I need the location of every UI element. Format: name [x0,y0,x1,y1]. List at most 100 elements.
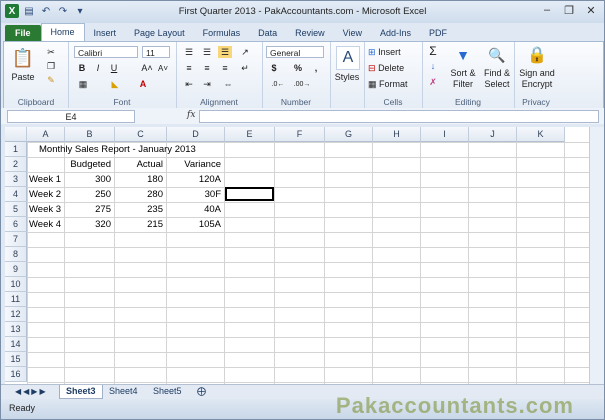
row-header-6[interactable]: 6 [5,217,27,232]
fill-color-icon[interactable]: ◣ [108,78,122,90]
column-header-c[interactable]: C [115,127,167,142]
format-painter-icon[interactable]: ✎ [44,74,58,86]
cell-d3[interactable]: 120A [167,172,221,187]
underline-icon[interactable]: U [108,62,120,74]
tab-page-layout[interactable]: Page Layout [125,25,194,41]
sheet-nav-arrows-icon[interactable]: ◀◀▶▶ [9,385,54,398]
increase-decimal-icon[interactable]: .0← [268,78,288,90]
font-name-select[interactable]: Calibri [74,46,138,58]
column-header-e[interactable]: E [225,127,275,142]
row-header-12[interactable]: 12 [5,307,27,322]
row-header-3[interactable]: 3 [5,172,27,187]
row-header-14[interactable]: 14 [5,337,27,352]
cell-a3[interactable]: Week 1 [29,172,61,187]
tab-data[interactable]: Data [249,25,286,41]
name-box[interactable]: E4 [7,110,135,123]
tab-file[interactable]: File [5,25,41,41]
cell-c2[interactable]: Actual [115,157,163,172]
tab-formulas[interactable]: Formulas [194,25,250,41]
align-top-icon[interactable]: ☰ [182,46,196,58]
row-header-4[interactable]: 4 [5,187,27,202]
sign-encrypt-button-line2[interactable]: Encrypt [516,79,558,89]
orientation-icon[interactable]: ↗ [238,46,252,58]
row-header-8[interactable]: 8 [5,247,27,262]
minimize-icon[interactable]: – [540,3,554,17]
new-sheet-icon[interactable]: ⨁ [191,385,212,398]
column-header-i[interactable]: I [421,127,469,142]
tab-add-ins[interactable]: Add-Ins [371,25,420,41]
cell-b2[interactable]: Budgeted [65,157,111,172]
row-header-9[interactable]: 9 [5,262,27,277]
vertical-scrollbar[interactable] [589,127,604,384]
styles-icon[interactable]: A [336,46,360,70]
column-header-h[interactable]: H [373,127,421,142]
delete-cells-button[interactable]: ⊟ Delete [368,62,420,74]
cell-d5[interactable]: 40A [167,202,221,217]
cut-icon[interactable]: ✂ [44,46,58,58]
column-header-j[interactable]: J [469,127,517,142]
cell-d4[interactable]: 30F [167,187,221,202]
borders-icon[interactable]: ▦ [76,78,90,90]
decrease-decimal-icon[interactable]: .00→ [292,78,312,90]
comma-button[interactable]: , [310,62,322,74]
cell-c5[interactable]: 235 [115,202,163,217]
font-color-icon[interactable]: A [136,78,150,90]
cell-b5[interactable]: 275 [65,202,111,217]
tab-pdf[interactable]: PDF [420,25,456,41]
row-header-15[interactable]: 15 [5,352,27,367]
column-header-a[interactable]: A [27,127,65,142]
row-header-16[interactable]: 16 [5,367,27,382]
copy-icon[interactable]: ❐ [44,60,58,72]
sort-filter-icon[interactable]: ▼ [452,44,474,66]
center-icon[interactable]: ≡ [200,62,214,74]
align-bottom-icon[interactable]: ☰ [218,46,232,58]
paste-icon[interactable]: 📋 [10,46,36,70]
merge-center-icon[interactable]: ⇔ [218,78,238,90]
format-cells-button[interactable]: ▦ Format [368,78,420,90]
column-header-g[interactable]: G [325,127,373,142]
cell-d2[interactable]: Variance [167,157,221,172]
currency-button[interactable]: $ [268,62,280,74]
sheet-tab-sheet4[interactable]: Sheet4 [103,385,144,398]
select-all-corner[interactable] [5,127,27,142]
cell-c6[interactable]: 215 [115,217,163,232]
sheet-tab-sheet5[interactable]: Sheet5 [147,385,188,398]
decrease-indent-icon[interactable]: ⇤ [182,78,196,90]
insert-cells-button[interactable]: ⊞ Insert [368,46,420,58]
row-header-1[interactable]: 1 [5,142,27,157]
cell-grid[interactable] [27,142,589,384]
close-icon[interactable]: ✕ [584,3,598,17]
sort-filter-button[interactable]: Sort & [446,68,480,78]
column-header-d[interactable]: D [167,127,225,142]
row-header-5[interactable]: 5 [5,202,27,217]
insert-function-button[interactable]: fx [187,110,195,120]
shrink-font-icon[interactable]: A˅ [156,62,170,74]
grow-font-icon[interactable]: A˄ [140,62,154,74]
cell-a1[interactable]: Monthly Sales Report - January 2013 [39,142,196,157]
row-header-7[interactable]: 7 [5,232,27,247]
paste-button[interactable]: Paste [8,72,38,82]
tab-review[interactable]: Review [286,25,334,41]
clear-icon[interactable]: ✗ [426,76,440,88]
cell-c4[interactable]: 280 [115,187,163,202]
sign-encrypt-icon[interactable]: 🔒 [526,44,548,66]
sort-filter-button-line2[interactable]: Filter [446,79,480,89]
align-right-icon[interactable]: ≡ [218,62,232,74]
increase-indent-icon[interactable]: ⇥ [200,78,214,90]
number-format-select[interactable]: General [266,46,324,58]
cell-c3[interactable]: 180 [115,172,163,187]
find-select-icon[interactable]: 🔍 [486,44,508,66]
column-header-b[interactable]: B [65,127,115,142]
row-header-13[interactable]: 13 [5,322,27,337]
row-header-11[interactable]: 11 [5,292,27,307]
cell-b4[interactable]: 250 [65,187,111,202]
worksheet-grid[interactable]: A B C D E F G H I J K 1 2 3 4 5 6 7 8 9 10 11 12 13 14 15 16 Monthl… [5,127,589,384]
cell-a4[interactable]: Week 2 [29,187,61,202]
cell-d6[interactable]: 105A [167,217,221,232]
cell-a6[interactable]: Week 4 [29,217,61,232]
cell-b6[interactable]: 320 [65,217,111,232]
percent-button[interactable]: % [292,62,304,74]
cell-a5[interactable]: Week 3 [29,202,61,217]
row-header-2[interactable]: 2 [5,157,27,172]
column-header-f[interactable]: F [275,127,325,142]
